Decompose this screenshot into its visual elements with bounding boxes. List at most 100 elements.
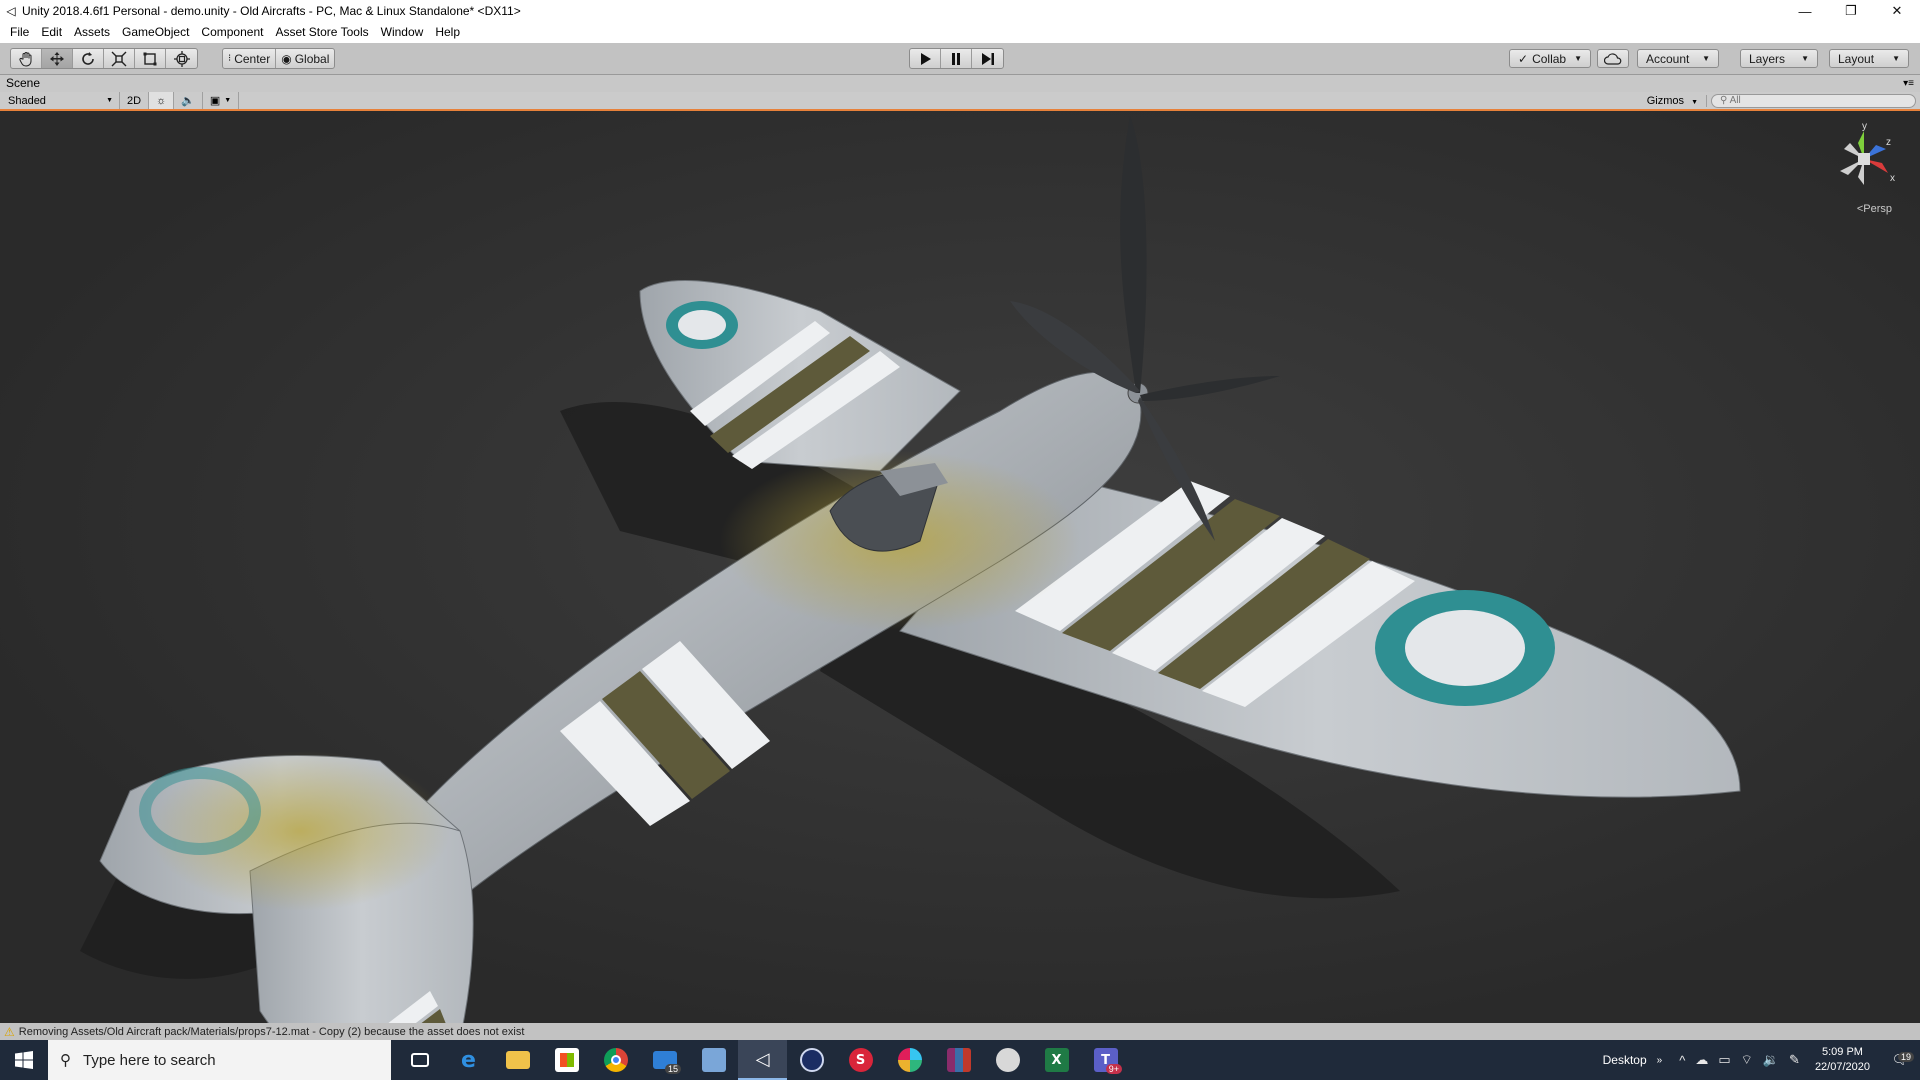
gizmos-label: Gizmos [1646,94,1684,107]
check-circle-icon: ✓ [1518,51,1529,66]
sun-icon: ☼ [156,94,167,107]
effects-dropdown[interactable]: ▣ ▼ [203,92,240,109]
projection-label[interactable]: <Persp [1857,203,1892,215]
shading-mode-dropdown[interactable]: Shaded ▼ [0,92,120,109]
transform-tool-button[interactable] [166,49,197,68]
toggle-2d-button[interactable]: 2D [120,92,150,109]
store-bag-icon [554,1048,579,1072]
menu-help[interactable]: Help [429,22,466,43]
volume-icon[interactable]: 🔉 [1763,1052,1779,1068]
substance-icon: S [848,1048,873,1072]
show-hidden-icons-icon[interactable]: ^ [1679,1053,1685,1068]
menu-gameobject[interactable]: GameObject [116,22,195,43]
menu-edit[interactable]: Edit [35,22,68,43]
console-status-bar[interactable]: ⚠ Removing Assets/Old Aircraft pack/Mate… [0,1023,1920,1040]
teams-button[interactable]: T 9+ [1081,1040,1130,1080]
action-center-button[interactable]: 🗨 19 [1880,1052,1920,1068]
pivot-center-button[interactable]: ⁝ Center [223,49,277,68]
battery-icon[interactable]: ▭ [1718,1052,1730,1068]
scene-viewport[interactable]: y z x <Persp [0,111,1920,1023]
menu-asset-store-tools[interactable]: Asset Store Tools [269,22,374,43]
globe-icon: ◉ [281,51,292,66]
network-app-button[interactable] [689,1040,738,1080]
chevron-down-icon: ▼ [1574,54,1583,63]
main-toolbar: ⁝ Center ◉ Global ✓ Collab ▼ Account ▼ L… [0,43,1920,75]
menu-assets[interactable]: Assets [68,22,116,43]
pen-icon[interactable]: ✎ [1789,1052,1800,1068]
move-tool-button[interactable] [42,49,73,68]
window-controls: — ❐ ✕ [1782,0,1920,22]
orientation-gizmo[interactable]: y z x [1830,119,1898,199]
search-icon: ⚲ [1720,94,1728,106]
chevron-down-icon: ▼ [1691,98,1698,106]
unity-icon: ◁ [755,1048,770,1070]
layout-dropdown[interactable]: Layout ▼ [1829,49,1909,68]
task-view-button[interactable] [395,1040,444,1080]
cinema4d-button[interactable] [787,1040,836,1080]
pivot-global-button[interactable]: ◉ Global [276,49,334,68]
clock-date: 22/07/2020 [1814,1061,1870,1073]
wifi-icon[interactable]: ⌔ [1741,1052,1753,1068]
pause-button[interactable] [941,49,972,68]
pivot-controls: ⁝ Center ◉ Global [222,48,336,69]
hand-tool-button[interactable] [11,49,42,68]
account-dropdown[interactable]: Account ▼ [1637,49,1719,68]
rotate-icon [82,51,94,65]
collab-dropdown[interactable]: ✓ Collab ▼ [1509,49,1592,68]
windows-logo-icon [15,1051,33,1069]
aircraft-model[interactable] [0,111,1920,1023]
mail-button[interactable]: 15 [640,1040,689,1080]
edge-button[interactable]: e [444,1040,493,1080]
task-view-icon [410,1053,429,1067]
taskbar-search-input[interactable]: ⚲ Type here to search [48,1040,391,1080]
scene-search-input[interactable]: ⚲ All [1711,93,1916,108]
gizmos-dropdown[interactable]: Gizmos ▼ [1639,94,1707,107]
onedrive-icon[interactable]: ☁ [1695,1052,1708,1068]
image-icon: ▣ [209,95,221,107]
playback-controls [909,48,1004,69]
file-explorer-button[interactable] [493,1040,542,1080]
folder-icon [505,1051,530,1069]
slack-icon [897,1048,922,1072]
rotate-tool-button[interactable] [73,49,104,68]
pivot-center-icon: ⁝ [228,53,232,64]
desktop-chevron-icon[interactable]: » [1657,1055,1663,1066]
chrome-button[interactable] [591,1040,640,1080]
taskbar-search-placeholder: Type here to search [83,1051,216,1069]
paint-button[interactable] [983,1040,1032,1080]
close-button[interactable]: ✕ [1874,0,1920,22]
scale-icon [111,51,127,66]
unity-button[interactable]: ◁ [738,1040,787,1080]
start-button[interactable] [0,1040,48,1080]
excel-button[interactable]: X [1032,1040,1081,1080]
tab-scene[interactable]: Scene [6,76,40,90]
menu-component[interactable]: Component [195,22,269,43]
tab-menu-icon[interactable]: ▾≡ [1903,75,1914,92]
substance-button[interactable]: S [836,1040,885,1080]
minimize-button[interactable]: — [1782,0,1828,22]
propeller-blade [1120,116,1147,393]
scale-tool-button[interactable] [104,49,135,68]
desktop-toolbar-label[interactable]: Desktop [1603,1053,1647,1067]
layers-dropdown[interactable]: Layers ▼ [1740,49,1818,68]
clock-time: 5:09 PM [1821,1046,1863,1058]
cloud-button[interactable] [1597,49,1629,68]
status-message: Removing Assets/Old Aircraft pack/Materi… [18,1025,525,1038]
play-button[interactable] [910,49,941,68]
transform-tools [10,48,198,69]
store-button[interactable] [542,1040,591,1080]
slack-button[interactable] [885,1040,934,1080]
clock[interactable]: 5:09 PM 22/07/2020 [1815,1045,1870,1075]
step-button[interactable] [972,49,1003,68]
axis-gizmo-icon: y z x [1840,121,1895,185]
lighting-toggle[interactable]: ☼ [149,92,175,109]
restore-button[interactable]: ❐ [1828,0,1874,22]
warning-icon: ⚠ [4,1024,15,1039]
menu-file[interactable]: File [4,22,35,43]
layers-label: Layers [1749,51,1786,66]
winrar-button[interactable] [934,1040,983,1080]
account-label: Account [1646,51,1690,66]
audio-toggle[interactable]: 🔈 [174,92,203,109]
menu-window[interactable]: Window [375,22,430,43]
rect-tool-button[interactable] [135,49,166,68]
